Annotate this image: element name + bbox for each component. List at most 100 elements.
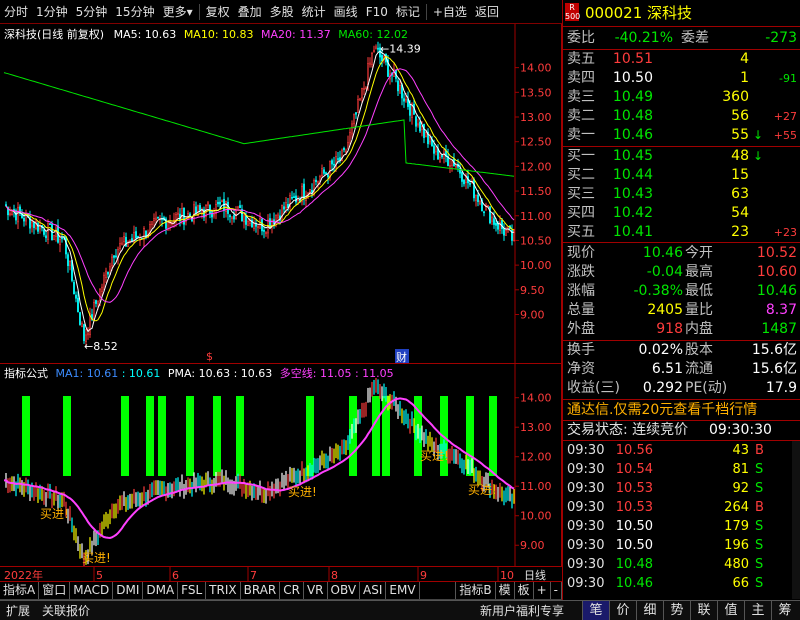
toolbar-item-7[interactable]: 多股 <box>266 3 298 20</box>
indicator-tab-8[interactable]: CR <box>280 582 304 599</box>
tick-scrollbar[interactable] <box>792 441 800 599</box>
signal-bar <box>186 396 194 476</box>
ask-label: 卖四 <box>567 70 595 86</box>
indicator-tab-2[interactable]: MACD <box>70 582 114 599</box>
stat-label: 外盘 <box>567 321 595 337</box>
indicator-tab-10[interactable]: OBV <box>328 582 361 599</box>
candle <box>309 188 311 196</box>
toolbar-item-8[interactable]: 统计 <box>298 3 330 20</box>
tick-volume: 92 <box>732 481 749 496</box>
indicator-tab-15[interactable]: 模 <box>496 582 515 599</box>
indicator-tab-5[interactable]: FSL <box>178 582 207 599</box>
ask-label: 卖三 <box>567 89 595 105</box>
indicator-tab-17[interactable]: + <box>534 582 551 599</box>
candle <box>351 120 353 139</box>
candle <box>17 202 19 230</box>
ma5-line <box>5 50 515 333</box>
toolbar-item-3[interactable]: 15分钟 <box>111 3 158 20</box>
candle <box>365 86 367 90</box>
candle <box>263 227 265 239</box>
period-label[interactable]: 日线 <box>524 568 546 582</box>
candle <box>373 45 375 53</box>
ask-volume: 360 <box>722 89 749 105</box>
stat-value: 10.52 <box>756 245 797 261</box>
bid-row: 买二 10.44 15 <box>563 166 800 185</box>
indicator-tab-6[interactable]: TRIX <box>206 582 241 599</box>
candle <box>199 202 201 215</box>
candle <box>491 213 493 225</box>
toolbar-item-2[interactable]: 5分钟 <box>72 3 112 20</box>
stat-value: 8.37 <box>765 302 797 318</box>
indicator-formula-label[interactable]: 指标公式 <box>4 367 48 380</box>
promo-link[interactable]: 新用户福利专享 <box>474 602 570 619</box>
quote-tab-4[interactable]: 联 <box>690 601 717 620</box>
tick-price: 10.46 <box>615 576 653 591</box>
candle <box>291 191 293 200</box>
indicator-tab-9[interactable]: VR <box>304 582 328 599</box>
toolbar-item-11[interactable]: 标记 <box>392 3 424 20</box>
tick-direction: S <box>755 576 764 591</box>
sub-y-tick-label: 11.00 <box>520 480 552 493</box>
indicator-pane[interactable]: 14.00 13.00 12.00 11.00 10.00 9.00 买进! 买进! 买进! 买进… <box>0 364 562 569</box>
related-quote-button[interactable]: 关联报价 <box>36 602 96 619</box>
pma-value: PMA: 10.63 <box>167 367 231 380</box>
quote-tab-0[interactable]: 笔 <box>582 601 609 620</box>
indicator-tab-13[interactable] <box>420 582 457 599</box>
weicha-label: 委差 <box>681 30 709 46</box>
indicator-tab-0[interactable]: 指标A <box>0 582 40 599</box>
indicator-tab-14[interactable]: 指标B <box>456 582 496 599</box>
candle <box>75 291 77 303</box>
x-tick-label: 9 <box>420 569 427 582</box>
quote-tab-5[interactable]: 值 <box>717 601 744 620</box>
indicator-tab-7[interactable]: BRAR <box>241 582 281 599</box>
candle <box>105 267 107 283</box>
stat-label: 量比 <box>685 302 713 318</box>
indicator-chart[interactable]: 14.00 13.00 12.00 11.00 10.00 9.00 买进! 买进! 买进! 买进… <box>0 364 562 569</box>
candle <box>453 153 455 167</box>
candle <box>177 207 179 219</box>
toolbar-item-4[interactable]: 更多▾ <box>159 3 197 20</box>
indicator-tab-4[interactable]: DMA <box>143 582 179 599</box>
indicator-tab-18[interactable]: - <box>551 582 562 599</box>
toolbar-item-1[interactable]: 1分钟 <box>32 3 72 20</box>
main-chart-pane[interactable]: 14.00 13.50 13.00 12.50 12.00 11.50 11.00 10.50… <box>0 24 562 364</box>
dividend-marker[interactable]: $ <box>206 350 213 363</box>
indicator-tab-3[interactable]: DMI <box>113 582 144 599</box>
bid-label: 买三 <box>567 186 595 202</box>
indicator-tab-12[interactable]: EMV <box>386 582 420 599</box>
bid-price: 10.45 <box>612 148 653 164</box>
quote-tab-6[interactable]: 主 <box>744 601 771 620</box>
stat-row: 现价 10.46 今开 10.52 <box>563 244 800 263</box>
promo-row[interactable]: 通达信.仅需20元查看千档行情 <box>563 401 800 420</box>
stat-label: 股本 <box>685 342 713 358</box>
indicator-tab-11[interactable]: ASI <box>360 582 387 599</box>
toolbar-item-9[interactable]: 画线 <box>330 3 362 20</box>
toolbar-item-6[interactable]: 叠加 <box>234 3 266 20</box>
quote-tab-1[interactable]: 价 <box>609 601 636 620</box>
quote-tab-2[interactable]: 细 <box>636 601 663 620</box>
toolbar-item-10[interactable]: F10 <box>362 5 392 19</box>
stat-label: PE(动) <box>685 380 728 396</box>
candle <box>209 204 211 219</box>
bid-label: 买二 <box>567 167 595 183</box>
indicator-tab-16[interactable]: 板 <box>515 582 534 599</box>
y-tick-label: 9.00 <box>520 309 545 322</box>
indicator-tab-1[interactable]: 窗口 <box>39 582 71 599</box>
tick-direction: S <box>755 462 764 477</box>
stat-value: 17.9 <box>765 380 797 396</box>
stat-label: 收益(三) <box>567 380 620 396</box>
candlestick-chart[interactable]: 14.00 13.50 13.00 12.50 12.00 11.50 11.00 10.50… <box>0 24 562 364</box>
expand-button[interactable]: 扩展 <box>0 602 36 619</box>
candle <box>87 327 89 340</box>
candle <box>45 231 47 243</box>
toolbar-item-5[interactable]: 复权 <box>202 3 234 20</box>
candle <box>53 234 55 241</box>
toolbar-item-12[interactable]: +自选 <box>429 3 471 20</box>
ask-change: +55 <box>773 129 797 142</box>
quote-tab-7[interactable]: 筹 <box>771 601 798 620</box>
toolbar-item-0[interactable]: 分时 <box>0 3 32 20</box>
stat-row: 外盘 918 内盘 1487 <box>563 320 800 339</box>
y-tick-label: 10.50 <box>520 234 552 247</box>
quote-tab-3[interactable]: 势 <box>663 601 690 620</box>
toolbar-item-13[interactable]: 返回 <box>471 3 503 20</box>
